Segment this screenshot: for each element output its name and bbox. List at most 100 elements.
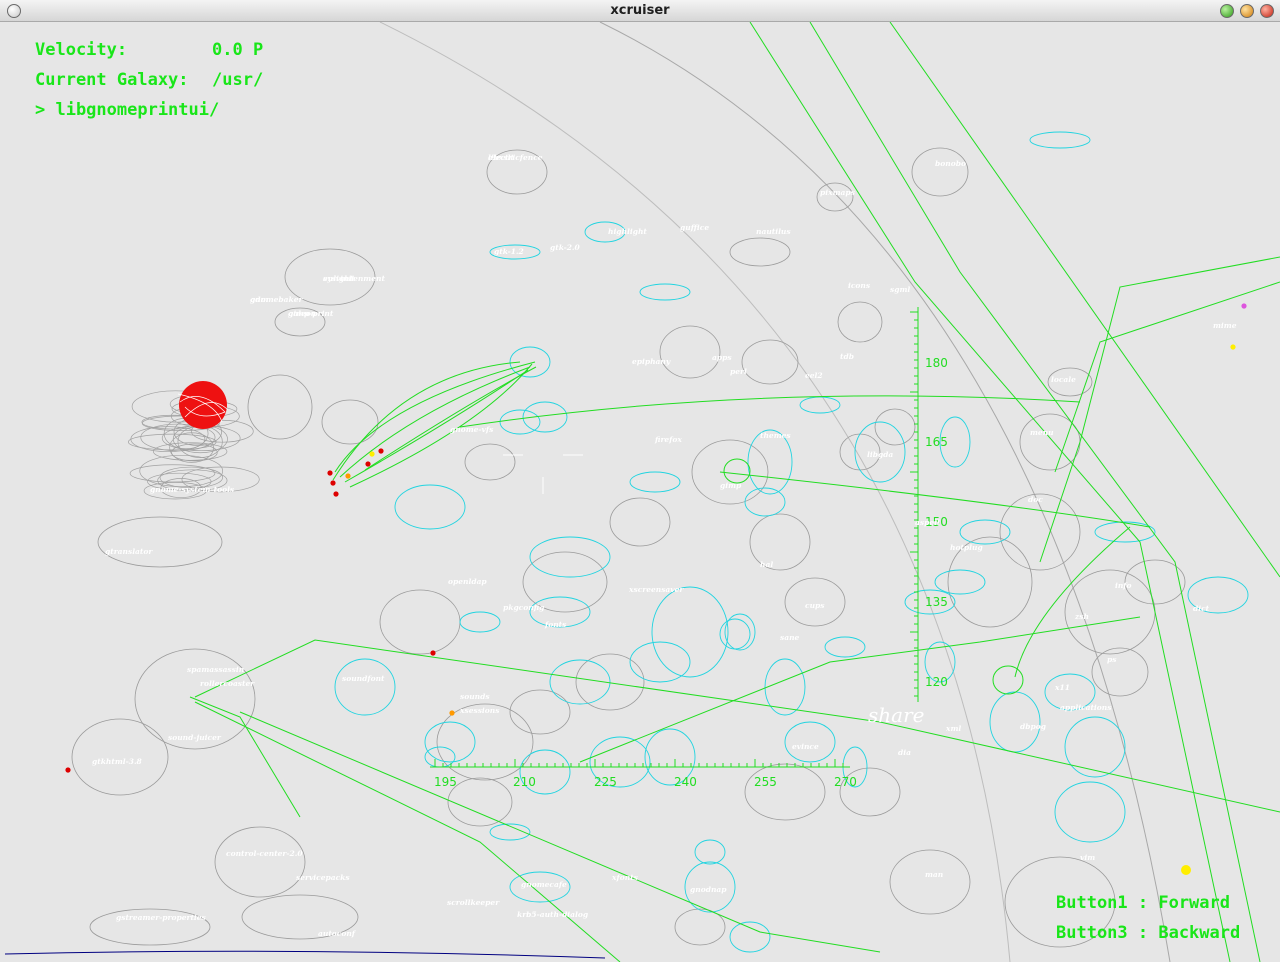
scale-tick-label: 165 (925, 435, 948, 449)
planet-dot[interactable] (1230, 344, 1236, 350)
directory-label: xfonts (611, 873, 639, 882)
directory-label: libxslt (488, 153, 514, 162)
directory-label: dbpog (1020, 722, 1046, 731)
planet-dot[interactable] (330, 480, 336, 486)
directory-label: doc (1028, 495, 1043, 504)
space-viewport[interactable]: 195 210 225 240 255 270 180 165 150 135 … (0, 22, 1280, 962)
button3-hint: Button3 : Backward (1056, 923, 1241, 943)
directory-label: vim (1080, 853, 1095, 862)
directory-label: sgml (890, 285, 910, 294)
directory-label: nautilus (756, 227, 791, 236)
directory-label: xsessions (459, 706, 500, 715)
directory-label: soundfont (342, 674, 385, 683)
velocity-value: 0.0 P (212, 40, 264, 60)
directory-label: autoconf (318, 929, 357, 938)
directory-label: sound-juicer (168, 733, 222, 742)
scale-tick-label: 135 (925, 595, 948, 609)
directory-label: themes (760, 431, 791, 440)
directory-label: libgda (867, 450, 893, 459)
directory-label: openldap (448, 577, 487, 586)
directory-label: perl (730, 367, 747, 376)
planet-dot[interactable] (430, 650, 436, 656)
planet-dot[interactable] (345, 473, 351, 479)
planet-dot[interactable] (1241, 303, 1247, 309)
scale-tick-label: 270 (834, 775, 857, 789)
directory-label: info (1115, 581, 1132, 590)
directory-label: applications (1060, 703, 1112, 712)
directory-label: gtkhtml-3.8 (92, 757, 143, 766)
target-directory: > libgnomeprintui/ (35, 100, 220, 120)
planet-dot[interactable] (65, 767, 71, 773)
galaxy-share-label: share (868, 703, 924, 727)
directory-label: gtk-2.0 (550, 243, 581, 252)
sun-star[interactable] (179, 381, 227, 429)
directory-label: gstreamer-properties (116, 913, 207, 922)
planet-dot[interactable] (327, 470, 333, 476)
minimize-button[interactable] (1220, 4, 1234, 18)
directory-label: mime (1213, 321, 1237, 330)
directory-label: bonobo (935, 159, 966, 168)
directory-label: hal (760, 560, 773, 569)
window-titlebar[interactable]: xcruiser (0, 0, 1280, 22)
directory-label: gnome-vfs (450, 425, 494, 434)
planet-dot[interactable] (449, 710, 455, 716)
directory-label: ps (1107, 655, 1117, 664)
directory-label: hotplug (950, 543, 983, 552)
directory-label: pkgconfig (503, 603, 544, 612)
planet-dot[interactable] (369, 451, 375, 457)
directory-label: fonts (544, 620, 567, 629)
directory-label: epiphany (632, 357, 671, 366)
velocity-label: Velocity: (35, 40, 128, 60)
directory-label: galeon (288, 309, 316, 318)
scale-tick-label: 255 (754, 775, 777, 789)
directory-label: gtranslator (105, 547, 153, 556)
directory-label: icons (848, 281, 871, 290)
directory-label: gnome-system-tools (150, 485, 235, 494)
directory-label: pixmaps (820, 188, 856, 197)
directory-label: evince (792, 742, 819, 751)
scale-tick-label: 180 (925, 356, 948, 370)
scale-tick-label: 240 (674, 775, 697, 789)
directory-label: locale (1051, 375, 1076, 384)
directory-label: gimp (720, 481, 742, 490)
directory-label: guffice (680, 223, 709, 232)
directory-label: spamassassin (187, 665, 244, 674)
planet-dot[interactable] (378, 448, 384, 454)
directory-label: x11 (1054, 683, 1070, 692)
directory-label: highlight (608, 227, 647, 236)
scale-tick-label: 225 (594, 775, 617, 789)
directory-label: sounds (460, 692, 490, 701)
directory-label: xscreensaver (628, 585, 684, 594)
directory-label: gtk-1.2 (494, 247, 524, 256)
directory-label: firefox (654, 435, 682, 444)
close-button[interactable] (1260, 4, 1274, 18)
directory-label: rollercoaster (200, 679, 255, 688)
directory-label: gnomecafe (521, 880, 567, 889)
scale-tick-label: 210 (513, 775, 536, 789)
directory-label: servicepacks (296, 873, 350, 882)
window-title: xcruiser (610, 3, 670, 18)
scale-tick-label: 195 (434, 775, 457, 789)
planet-dot[interactable] (1181, 865, 1191, 875)
planet-dot[interactable] (365, 461, 371, 467)
directory-label: dia (898, 748, 911, 757)
directory-label: menu (1030, 428, 1054, 437)
planet-dot[interactable] (333, 491, 339, 497)
directory-label: man (925, 870, 943, 879)
directory-label: gdm (250, 295, 268, 304)
scale-tick-label: 120 (925, 675, 948, 689)
directory-label: apps (712, 353, 732, 362)
maximize-button[interactable] (1240, 4, 1254, 18)
directory-label: eel2 (805, 371, 823, 380)
directory-label: cups (805, 601, 825, 610)
current-galaxy-label: Current Galaxy: (35, 70, 189, 90)
directory-label: sane (780, 633, 800, 642)
directory-label: dict (1193, 604, 1210, 613)
directory-label: sysvinit (323, 274, 355, 283)
directory-label: gnodnap (690, 885, 727, 894)
directory-label: krb5-auth-dialog (517, 910, 588, 919)
directory-label: control-center-2.0 (226, 849, 303, 858)
directory-label: tdb (840, 352, 854, 361)
current-galaxy-value: /usr/ (212, 70, 264, 90)
directory-label: scrollkeeper (447, 898, 500, 907)
